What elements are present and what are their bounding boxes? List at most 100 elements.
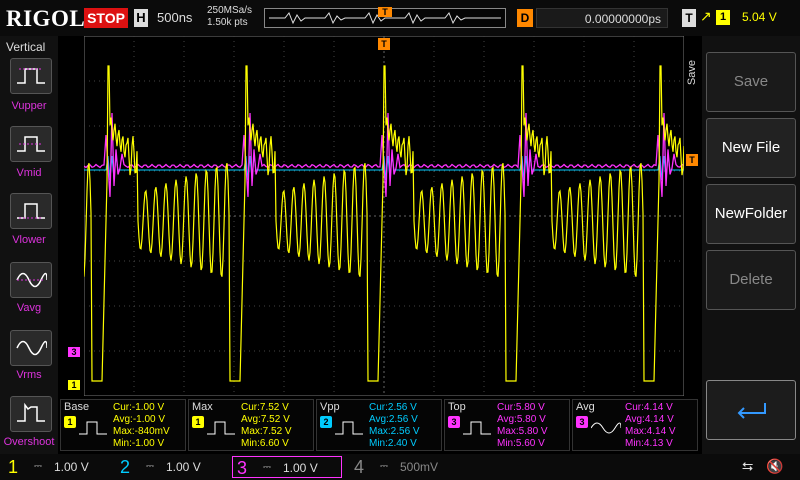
vupper-label: Vupper — [11, 100, 47, 112]
channel-status-bar: 1 ⎓ 1.00 V 2 ⎓ 1.00 V 3 ⎓ 1.00 V 4 ⎓ 500… — [0, 454, 800, 480]
measure-avg: Avg:4.14 V — [625, 414, 674, 425]
ch4-number: 4 — [353, 457, 364, 477]
vrms-label: Vrms — [16, 369, 42, 381]
measure-min: Min:5.60 V — [497, 438, 545, 449]
enter-button[interactable] — [706, 380, 796, 440]
new-file-button[interactable]: New File — [706, 118, 796, 178]
vlower-label: Vlower — [12, 234, 46, 246]
dc-coupling-icon: ⎓ — [380, 461, 388, 472]
pulse-upper-icon — [17, 68, 45, 84]
vpp-icon — [335, 421, 363, 435]
ch2-status[interactable]: 2 ⎓ 1.00 V — [116, 456, 220, 478]
avg-sine-icon — [591, 422, 621, 434]
waveform-display[interactable]: 3 1 T T — [68, 36, 698, 396]
usb-icon: ⮀ — [742, 458, 754, 474]
measure-min: Min:-1.00 V — [113, 438, 165, 449]
ch2-scale: 1.00 V — [166, 460, 201, 474]
trigger-level-marker[interactable]: T — [686, 154, 698, 166]
measure-avg: Avg:-1.00 V — [113, 414, 166, 425]
ch3-status[interactable]: 3 ⎓ 1.00 V — [232, 456, 342, 478]
dc-coupling-icon: ⎓ — [34, 461, 42, 472]
top-icon — [463, 421, 491, 435]
grid-svg — [84, 36, 684, 396]
overshoot-icon — [17, 402, 45, 422]
brand-logo: RIGOL — [6, 6, 86, 31]
measure-max: Max:2.56 V — [369, 426, 420, 437]
pulse-mid-icon — [17, 136, 45, 152]
measure-avg: Avg:5.80 V — [497, 414, 546, 425]
measure-channel: 1 — [64, 416, 76, 428]
measure-cur: Cur:4.14 V — [625, 402, 673, 413]
save-menu-tab: Save — [686, 60, 698, 86]
vavg-label: Vavg — [16, 302, 42, 314]
speaker-mute-icon[interactable]: 🔇 — [766, 458, 783, 475]
measure-cur: Cur:-1.00 V — [113, 402, 165, 413]
max-icon — [207, 421, 235, 435]
measure-max: Max:4.14 V — [625, 426, 676, 437]
measure-min: Min:2.40 V — [369, 438, 417, 449]
sine-rms-icon — [16, 340, 47, 356]
trigger-position-marker[interactable]: T — [378, 38, 390, 50]
vmid-button[interactable] — [10, 126, 52, 162]
measure-max: Max:5.80 V — [497, 426, 548, 437]
measure-cur: Cur:5.80 V — [497, 402, 545, 413]
ch1-status[interactable]: 1 ⎓ 1.00 V — [4, 456, 108, 478]
trigger-source: 1 — [716, 10, 730, 25]
measure-name: Top — [448, 401, 466, 413]
memory-depth: 1.50k pts — [207, 17, 248, 28]
measurement-max[interactable]: Max 1 Cur:7.52 V Avg:7.52 V Max:7.52 V M… — [188, 399, 314, 451]
measure-channel: 3 — [448, 416, 460, 428]
ch1-number: 1 — [7, 457, 18, 477]
waveform-overview: T — [264, 7, 506, 28]
measure-min: Min:6.60 V — [241, 438, 289, 449]
ch4-scale: 500mV — [400, 460, 439, 474]
trigger-badge: T — [682, 9, 696, 27]
measurement-vpp[interactable]: Vpp 2 Cur:2.56 V Avg:2.56 V Max:2.56 V M… — [316, 399, 442, 451]
overview-trigger-marker: T — [378, 7, 392, 17]
overshoot-button[interactable] — [10, 396, 52, 432]
vavg-button[interactable] — [10, 262, 52, 298]
measure-max: Max:7.52 V — [241, 426, 292, 437]
measure-cur: Cur:7.52 V — [241, 402, 289, 413]
measure-cur: Cur:2.56 V — [369, 402, 417, 413]
timebase-value[interactable]: 500ns — [157, 10, 192, 25]
vupper-button[interactable] — [10, 58, 52, 94]
top-status-bar: RIGOL STOP H 500ns 250MSa/s 1.50k pts T … — [0, 0, 800, 36]
enter-return-icon — [737, 403, 766, 419]
measurement-avg[interactable]: Avg 3 Cur:4.14 V Avg:4.14 V Max:4.14 V M… — [572, 399, 698, 451]
measure-channel: 1 — [192, 416, 204, 428]
horizontal-delay[interactable]: 0.00000000ps — [536, 8, 668, 28]
trigger-level[interactable]: 5.04 V — [742, 10, 777, 24]
measure-min: Min:4.13 V — [625, 438, 673, 449]
ch3-number: 3 — [236, 458, 247, 478]
ch2-number: 2 — [119, 457, 130, 477]
ch1-scale: 1.00 V — [54, 460, 89, 474]
vrms-button[interactable] — [10, 330, 52, 366]
measurement-base[interactable]: Base 1 Cur:-1.00 V Avg:-1.00 V Max:-840m… — [60, 399, 186, 451]
dc-coupling-icon: ⎓ — [263, 462, 271, 473]
pulse-lower-icon — [17, 203, 45, 219]
vmid-label: Vmid — [16, 167, 42, 179]
rising-edge-icon: ↗ — [700, 8, 712, 24]
base-icon — [79, 421, 107, 435]
new-folder-button[interactable]: NewFolder — [706, 184, 796, 244]
measure-name: Base — [64, 401, 90, 413]
ch4-status[interactable]: 4 ⎓ 500mV — [350, 456, 454, 478]
ch3-scale: 1.00 V — [283, 461, 318, 475]
run-stop-indicator[interactable]: STOP — [84, 8, 128, 28]
horizontal-badge: H — [134, 9, 148, 27]
measurement-top[interactable]: Top 3 Cur:5.80 V Avg:5.80 V Max:5.80 V M… — [444, 399, 570, 451]
delay-badge: D — [517, 9, 533, 27]
measure-name: Max — [192, 401, 213, 413]
measure-avg: Avg:7.52 V — [241, 414, 290, 425]
menu-title: Vertical — [6, 40, 46, 54]
ch3-offset-marker[interactable]: 3 — [68, 347, 80, 357]
measure-max: Max:-840mV — [113, 426, 170, 437]
ch1-offset-marker[interactable]: 1 — [68, 380, 80, 390]
save-button[interactable]: Save — [706, 52, 796, 112]
delete-button[interactable]: Delete — [706, 250, 796, 310]
measure-channel: 3 — [576, 416, 588, 428]
sine-avg-icon — [16, 272, 47, 288]
dc-coupling-icon: ⎓ — [146, 461, 154, 472]
vlower-button[interactable] — [10, 193, 52, 229]
